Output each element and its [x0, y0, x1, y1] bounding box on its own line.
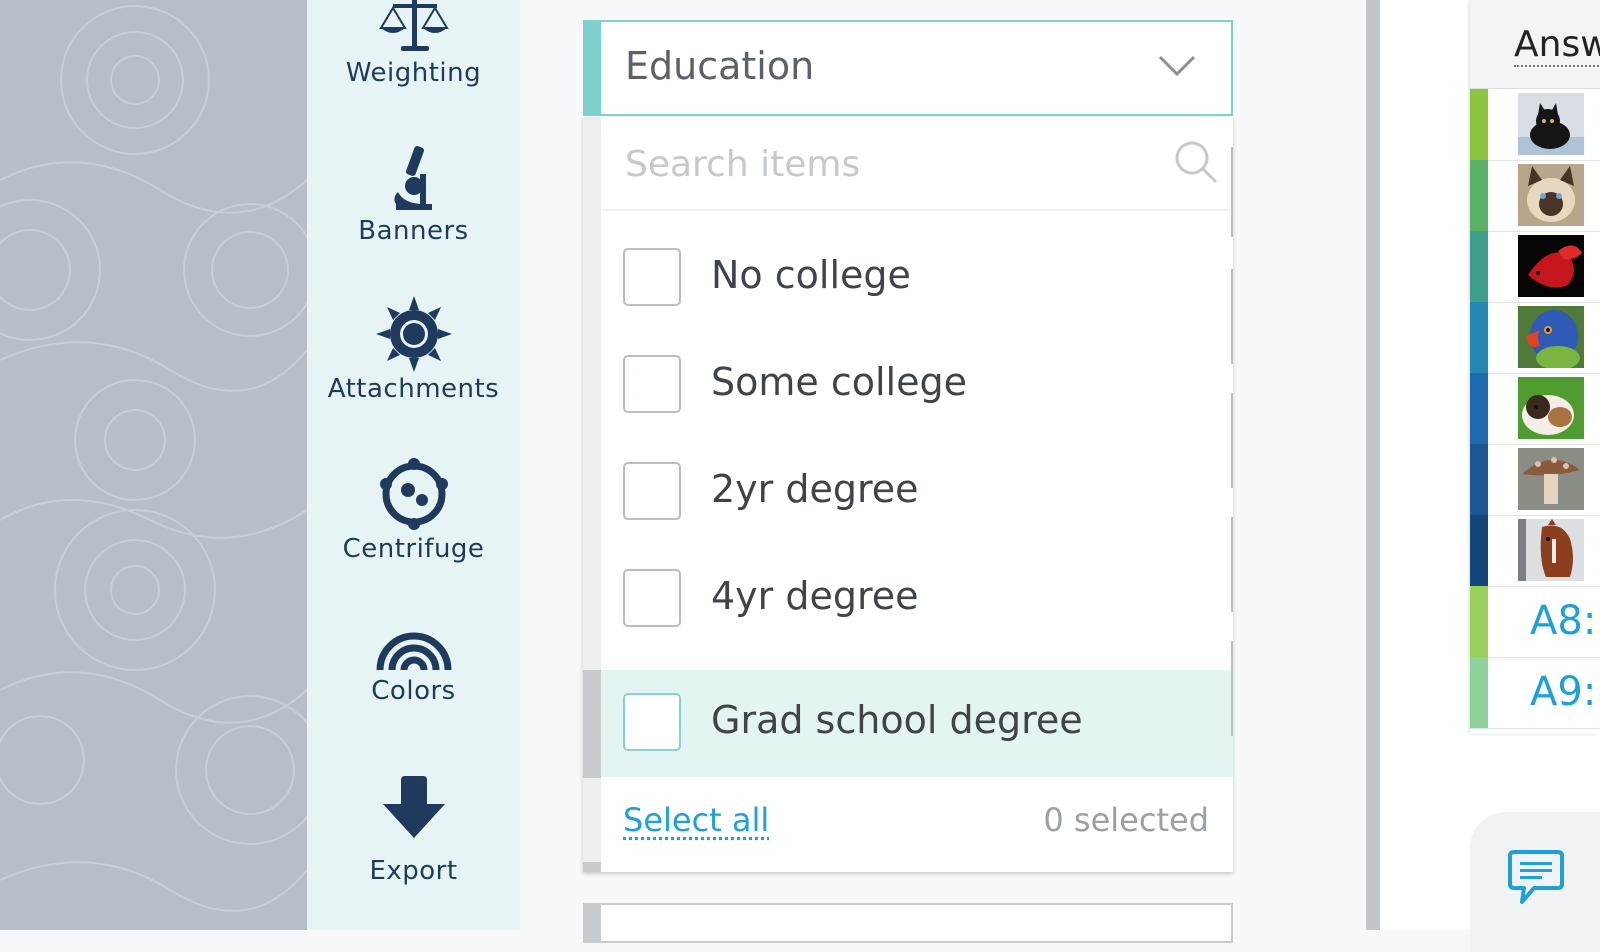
- answer-row[interactable]: [1470, 89, 1600, 161]
- dropdown-left-bar-highlight: [583, 670, 601, 778]
- option-label: No college: [711, 253, 911, 297]
- horse-image: [1518, 519, 1584, 581]
- option-label: 4yr degree: [711, 574, 919, 618]
- dropdown-title: Education: [625, 44, 815, 88]
- option-2yr-degree[interactable]: 2yr degree: [601, 439, 1233, 547]
- microscope-icon: [393, 146, 432, 210]
- select-all-link[interactable]: Select all: [623, 801, 769, 839]
- answer-color-bar: [1470, 586, 1488, 657]
- answer-row-a9[interactable]: A9:: [1470, 657, 1600, 729]
- answer-color-bar: [1470, 444, 1488, 515]
- answer-color-bar: [1470, 231, 1488, 302]
- checkbox[interactable]: [623, 462, 681, 520]
- background-pattern: [0, 0, 307, 930]
- checkbox[interactable]: [623, 569, 681, 627]
- parrot-image: [1518, 306, 1584, 368]
- sidebar-item-label: Centrifuge: [342, 534, 485, 564]
- answers-title[interactable]: Answ: [1514, 24, 1600, 67]
- sidebar-item-banners[interactable]: Banners: [307, 144, 520, 246]
- siamese-cat-image: [1518, 164, 1584, 226]
- dropdown-menu: No college Some college 2yr degree 4yr d…: [583, 117, 1233, 872]
- option-label: Some college: [711, 360, 967, 404]
- sidebar-item-label: Attachments: [327, 374, 500, 404]
- search-icon[interactable]: [1173, 139, 1219, 185]
- next-dropdown[interactable]: [583, 903, 1233, 943]
- selected-count: 0 selected: [1043, 801, 1209, 839]
- search-input[interactable]: [623, 135, 1167, 193]
- answer-row-a8[interactable]: A8:: [1470, 586, 1600, 658]
- checkbox[interactable]: [623, 693, 681, 751]
- sidebar-item-attachments[interactable]: Attachments: [307, 296, 520, 404]
- option-label: Grad school degree: [711, 698, 1083, 742]
- answers-header: Answ: [1470, 0, 1600, 89]
- sidebar-item-label: Colors: [371, 676, 456, 706]
- scroll-track: [1231, 147, 1233, 237]
- sidebar-item-label: Banners: [358, 216, 469, 246]
- answer-row[interactable]: [1470, 302, 1600, 374]
- answer-label: A9:: [1530, 669, 1597, 715]
- answers-panel: Answ A8: A9:: [1470, 0, 1600, 734]
- answer-color-bar: [1470, 373, 1488, 444]
- answer-label: A8:: [1530, 598, 1597, 644]
- scroll-track: [1231, 641, 1233, 736]
- sidebar-item-export[interactable]: Export: [307, 776, 520, 886]
- answer-row[interactable]: [1470, 515, 1600, 587]
- checkbox[interactable]: [623, 248, 681, 306]
- option-no-college[interactable]: No college: [601, 225, 1233, 333]
- dropdown-footer: Select all 0 selected: [601, 777, 1233, 869]
- sidebar-item-centrifuge[interactable]: Centrifuge: [307, 456, 520, 564]
- dropdown-accent-bar: [583, 20, 601, 116]
- search-row: [601, 117, 1233, 211]
- black-cat-image: [1518, 93, 1584, 155]
- answer-color-gap: [1488, 89, 1500, 160]
- answer-color-bar: [1470, 657, 1488, 728]
- scroll-track: [1231, 393, 1233, 488]
- rainbow-icon: [376, 632, 451, 671]
- chat-widget[interactable]: [1470, 812, 1600, 952]
- option-grad-school-degree[interactable]: Grad school degree: [601, 670, 1233, 778]
- answer-color-bar: [1470, 89, 1488, 160]
- dropdown-accent-bar: [583, 903, 601, 943]
- chevron-down-icon[interactable]: [1157, 54, 1197, 78]
- sidebar-item-weighting[interactable]: Weighting: [307, 0, 520, 88]
- chat-bubble-icon[interactable]: [1504, 850, 1568, 908]
- answer-row[interactable]: [1470, 160, 1600, 232]
- answer-row[interactable]: [1470, 444, 1600, 516]
- option-4yr-degree[interactable]: 4yr degree: [601, 546, 1233, 654]
- guinea-pig-image: [1518, 377, 1584, 439]
- scales-icon: [378, 0, 449, 51]
- panel-divider[interactable]: [1366, 0, 1380, 930]
- answer-color-bar: [1470, 302, 1488, 373]
- dropdown-left-bar-bottom: [583, 862, 601, 872]
- answer-row[interactable]: [1470, 231, 1600, 303]
- checkbox[interactable]: [623, 355, 681, 413]
- answer-color-bar: [1470, 515, 1488, 586]
- sun-icon: [375, 296, 452, 372]
- scroll-track: [1231, 269, 1233, 364]
- scroll-track: [1231, 517, 1233, 612]
- option-label: 2yr degree: [711, 467, 919, 511]
- red-betta-fish-image: [1518, 235, 1584, 297]
- answer-row[interactable]: [1470, 373, 1600, 445]
- option-some-college[interactable]: Some college: [601, 332, 1233, 440]
- mushroom-image: [1518, 448, 1584, 510]
- sidebar-item-label: Export: [369, 856, 458, 886]
- sidebar-item-label: Weighting: [345, 58, 482, 88]
- centrifuge-icon: [379, 458, 448, 530]
- sidebar-item-colors[interactable]: Colors: [307, 624, 520, 706]
- answer-color-bar: [1470, 160, 1488, 231]
- arrow-down-icon: [382, 776, 445, 838]
- tool-sidebar: Weighting Banners Attachments Centrifuge…: [307, 0, 520, 930]
- education-dropdown[interactable]: Education: [583, 20, 1233, 116]
